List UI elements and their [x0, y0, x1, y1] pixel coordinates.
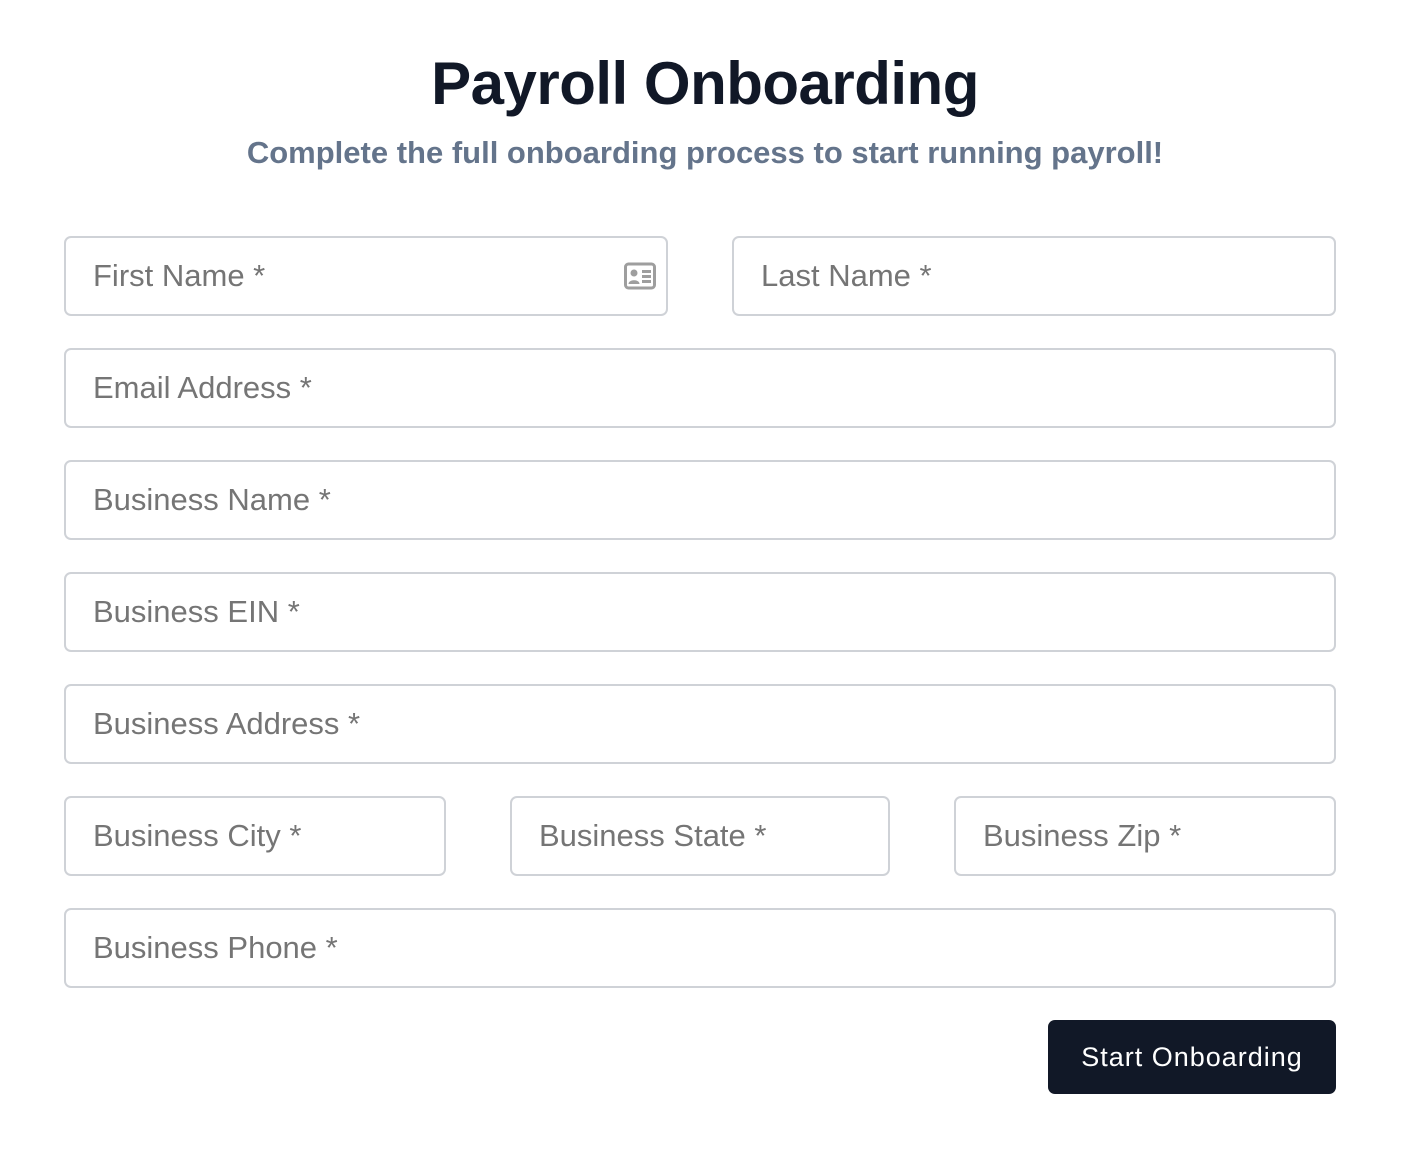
business-phone-input[interactable]	[66, 910, 1334, 986]
business-state-field-wrapper	[510, 796, 890, 876]
first-name-input[interactable]	[66, 238, 666, 314]
email-input[interactable]	[66, 350, 1334, 426]
business-phone-field-wrapper	[64, 908, 1336, 988]
last-name-input[interactable]	[734, 238, 1334, 314]
last-name-field-wrapper	[732, 236, 1336, 316]
page-title: Payroll Onboarding	[431, 50, 979, 117]
business-zip-input[interactable]	[956, 798, 1334, 874]
first-name-field-wrapper	[64, 236, 668, 316]
business-state-input[interactable]	[512, 798, 888, 874]
business-name-input[interactable]	[66, 462, 1334, 538]
business-city-field-wrapper	[64, 796, 446, 876]
business-name-field-wrapper	[64, 460, 1336, 540]
business-city-input[interactable]	[66, 798, 444, 874]
business-ein-input[interactable]	[66, 574, 1334, 650]
business-zip-field-wrapper	[954, 796, 1336, 876]
start-onboarding-button[interactable]: Start Onboarding	[1048, 1020, 1336, 1094]
page-subtitle: Complete the full onboarding process to …	[246, 135, 1164, 170]
business-address-input[interactable]	[66, 686, 1334, 762]
business-ein-field-wrapper	[64, 572, 1336, 652]
contact-card-icon[interactable]	[624, 262, 656, 290]
email-field-wrapper	[64, 348, 1336, 428]
business-address-field-wrapper	[64, 684, 1336, 764]
